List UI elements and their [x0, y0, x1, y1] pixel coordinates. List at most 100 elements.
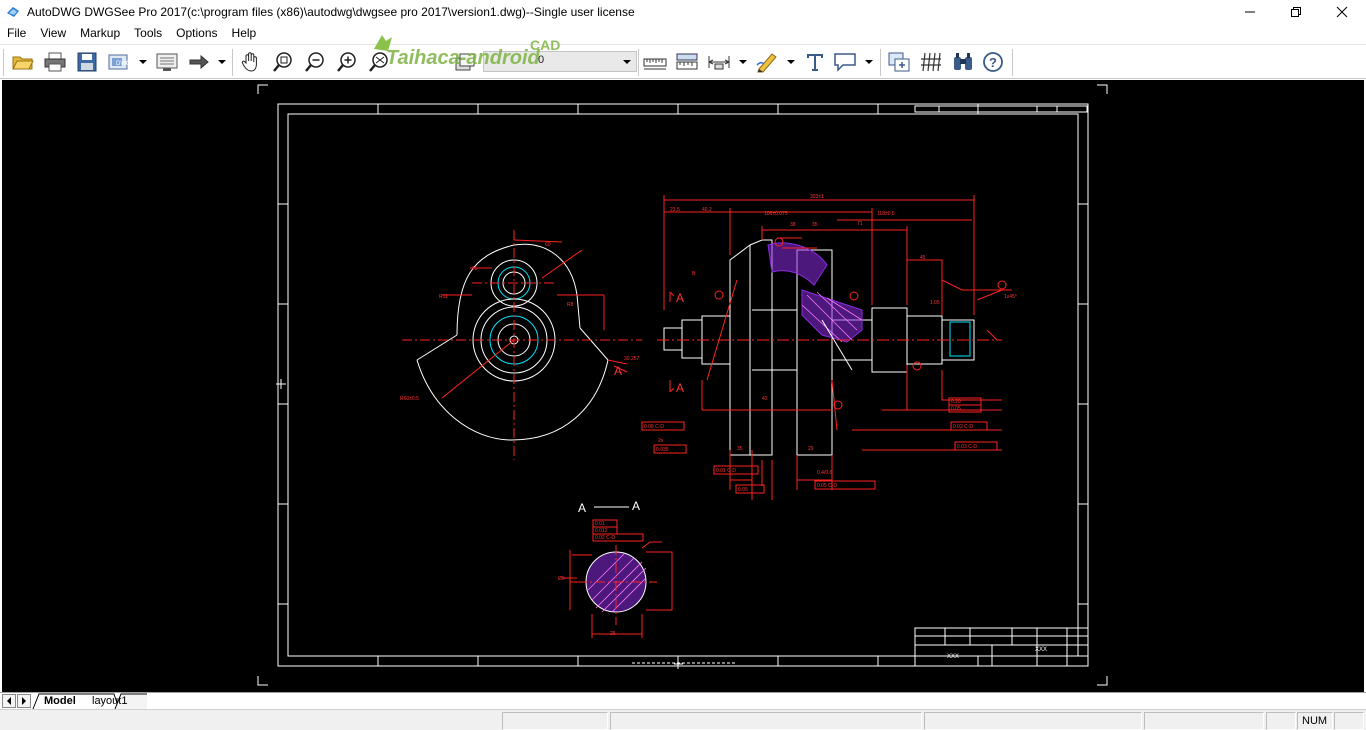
dimension-icon — [708, 56, 730, 70]
svg-text:35: 35 — [812, 222, 818, 228]
section-title: A A — [578, 499, 640, 515]
chevron-down-icon — [218, 60, 226, 64]
svg-text:0.20: 0.20 — [951, 399, 961, 405]
compare-button[interactable] — [154, 49, 180, 75]
print-icon — [44, 52, 66, 72]
menu-view[interactable]: View — [33, 24, 73, 43]
next-button[interactable] — [186, 49, 212, 75]
save-icon — [77, 52, 97, 72]
svg-text:R60±0.5: R60±0.5 — [400, 396, 419, 402]
menu-help[interactable]: Help — [225, 24, 264, 43]
zoom-window-button[interactable] — [270, 49, 296, 75]
hatch-button[interactable] — [918, 49, 944, 75]
insert-image-icon — [888, 52, 910, 72]
tab-model[interactable]: Model — [40, 693, 80, 709]
svg-text:29: 29 — [808, 446, 814, 452]
svg-text:R8: R8 — [567, 302, 574, 308]
next-dropdown[interactable] — [217, 49, 227, 75]
restore-button[interactable] — [1273, 0, 1319, 24]
svg-text:XXX: XXX — [947, 654, 959, 660]
revision-block — [914, 105, 1088, 113]
svg-text:0.05 C-D: 0.05 C-D — [817, 483, 837, 489]
section-letters: A A A — [614, 291, 684, 395]
svg-text:0.4/0.6: 0.4/0.6 — [817, 470, 833, 476]
dimension-button[interactable] — [706, 49, 732, 75]
status-num: NUM — [1297, 712, 1333, 730]
front-view — [641, 195, 1012, 500]
minimize-icon — [1245, 11, 1255, 13]
hatch-icon — [921, 52, 941, 72]
zoom-in-button[interactable] — [334, 49, 360, 75]
front-view-dimension-labels: 303±1 23.5 40.2 106±0.075 118±0.5 71 38 … — [644, 194, 1017, 493]
pan-button[interactable] — [238, 49, 264, 75]
svg-text:1.05: 1.05 — [930, 300, 940, 306]
tab-prev-button[interactable] — [2, 694, 16, 708]
pen-icon — [756, 53, 777, 73]
help-button[interactable]: ? — [980, 49, 1006, 75]
callout-icon — [834, 53, 856, 72]
zoom-out-button[interactable] — [302, 49, 328, 75]
dimension-dropdown[interactable] — [738, 49, 748, 75]
svg-text:?: ? — [989, 55, 997, 70]
close-icon — [1336, 6, 1348, 18]
toolbar-separator — [1012, 49, 1013, 76]
compare-icon — [156, 53, 178, 71]
chevron-down-icon[interactable] — [620, 54, 634, 69]
zoom-extents-button[interactable] — [366, 49, 392, 75]
insert-image-button[interactable] — [886, 49, 912, 75]
menu-file[interactable]: File — [0, 24, 33, 43]
export-dropdown[interactable] — [138, 49, 148, 75]
pen-dropdown[interactable] — [786, 49, 796, 75]
svg-text:Ø5: Ø5 — [558, 576, 565, 582]
measure-area-button[interactable] — [674, 49, 700, 75]
print-button[interactable] — [42, 49, 68, 75]
callout-button[interactable] — [832, 49, 858, 75]
status-pane-info — [610, 712, 922, 730]
minimize-button[interactable] — [1227, 0, 1273, 24]
callout-dropdown[interactable] — [864, 49, 874, 75]
cad-drawing: 60 25 R11 R60±0.5 30.257 R8 303±1 23.5 4… — [257, 84, 1108, 686]
svg-text:303±1: 303±1 — [810, 194, 824, 200]
toolbar-separator — [638, 49, 639, 76]
svg-text:0.02 C-D: 0.02 C-D — [953, 424, 973, 430]
restore-icon — [1291, 7, 1301, 17]
layer-select[interactable]: 0 — [483, 51, 637, 72]
svg-text:60: 60 — [545, 242, 551, 248]
measure-area-icon — [676, 53, 698, 70]
menu-markup[interactable]: Markup — [73, 24, 127, 43]
text-icon — [807, 54, 823, 71]
next-arrow-icon — [189, 54, 209, 70]
chevron-down-icon — [739, 60, 747, 64]
pen-button[interactable] — [754, 49, 780, 75]
save-button[interactable] — [74, 49, 100, 75]
svg-text:30.257: 30.257 — [624, 356, 640, 362]
title-block — [914, 627, 1089, 667]
svg-text:B: B — [692, 271, 696, 277]
measure-distance-button[interactable] — [642, 49, 668, 75]
section-view-a-a — [562, 519, 673, 638]
find-button[interactable] — [950, 49, 976, 75]
tab-next-button[interactable] — [17, 694, 31, 708]
zoom-in-icon — [337, 52, 356, 72]
zoom-extents-icon — [369, 52, 388, 72]
close-button[interactable] — [1319, 0, 1365, 24]
svg-text:71: 71 — [857, 221, 863, 227]
tab-layout1[interactable]: layout1 — [88, 693, 131, 709]
svg-text:0.05: 0.05 — [951, 406, 961, 412]
status-pane-scale — [1144, 712, 1264, 730]
text-button[interactable] — [802, 49, 828, 75]
svg-text:42: 42 — [762, 396, 768, 402]
menu-tools[interactable]: Tools — [127, 24, 169, 43]
open-button[interactable] — [10, 49, 36, 75]
svg-text:23.5: 23.5 — [670, 207, 680, 213]
svg-text:0.035: 0.035 — [656, 447, 669, 453]
layer-button[interactable] — [452, 49, 478, 75]
zoom-window-icon — [273, 52, 292, 72]
view-center-marks — [276, 379, 683, 669]
status-pane-coords — [502, 712, 608, 730]
svg-text:106±0.075: 106±0.075 — [764, 211, 788, 217]
svg-text:0.01 C-D: 0.01 C-D — [716, 468, 736, 474]
export-button[interactable]: DWG — [106, 49, 132, 75]
menu-options[interactable]: Options — [169, 24, 224, 43]
drawing-canvas[interactable]: 60 25 R11 R60±0.5 30.257 R8 303±1 23.5 4… — [2, 80, 1364, 692]
